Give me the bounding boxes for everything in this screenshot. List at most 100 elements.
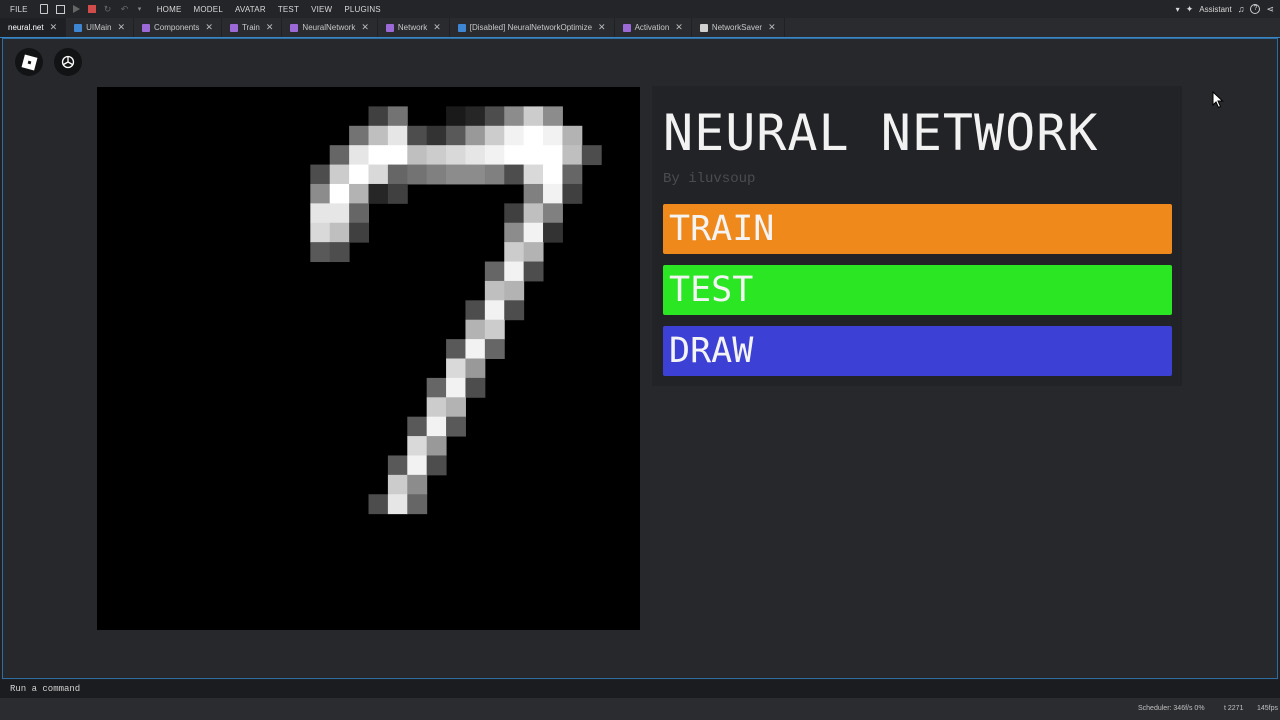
menu-avatar[interactable]: AVATAR	[229, 5, 272, 14]
digit-pixel	[504, 222, 525, 243]
undo-icon[interactable]: ↶	[121, 4, 130, 14]
assistant-button[interactable]: Assistant	[1199, 5, 1231, 14]
stop-icon[interactable]	[87, 5, 96, 13]
digit-pixel	[426, 125, 447, 146]
digit-pixel	[387, 145, 408, 166]
digit-pixel	[329, 183, 350, 204]
digit-pixel	[387, 455, 408, 476]
train-button[interactable]: TRAIN	[663, 204, 1172, 254]
digit-pixel	[368, 164, 389, 185]
scheduler-status: Scheduler: 346f/s 0%	[1138, 705, 1205, 712]
digit-pixel	[523, 164, 544, 185]
digit-pixel	[368, 183, 389, 204]
roblox-logo-icon	[21, 54, 37, 70]
digit-pixel	[523, 125, 544, 146]
digit-pixel	[581, 145, 602, 166]
digit-pixel	[465, 300, 486, 321]
close-icon[interactable]: ✕	[598, 22, 606, 33]
tab-bar: neural.net ✕ UIMain ✕ Components ✕ Train ✕ Neura…	[0, 18, 1280, 38]
close-icon[interactable]: ✕	[205, 22, 213, 33]
tab-item[interactable]: NetworkSaver ✕	[692, 18, 785, 37]
tab-item[interactable]: Activation ✕	[615, 18, 692, 37]
digit-pixel	[329, 242, 350, 263]
command-bar[interactable]: Run a command	[0, 680, 1280, 698]
redo-icon[interactable]: ↻	[104, 4, 113, 14]
chevron-down-icon[interactable]: ▾	[1176, 5, 1180, 14]
digit-pixel	[523, 106, 544, 127]
menu-bar-right: ▾ ✦ Assistant ♫ ? ⋖	[1176, 0, 1274, 18]
digit-pixel	[310, 203, 331, 224]
digit-pixel	[446, 416, 466, 437]
close-icon[interactable]: ✕	[361, 22, 369, 33]
digit-pixel	[543, 222, 563, 243]
tab-item[interactable]: NeuralNetwork ✕	[282, 18, 378, 37]
digit-pixel	[543, 183, 563, 204]
digit-image	[310, 106, 602, 515]
digit-pixel	[407, 145, 428, 166]
digit-pixel	[465, 164, 486, 185]
roblox-menu-button[interactable]	[15, 48, 43, 76]
digit-pixel	[426, 455, 447, 476]
tab-item[interactable]: Components ✕	[134, 18, 222, 37]
digit-pixel	[446, 145, 466, 166]
chevron-down-icon[interactable]: ▾	[138, 5, 147, 14]
digit-pixel	[562, 125, 583, 146]
share-icon[interactable]: ⋖	[1266, 4, 1274, 15]
command-input[interactable]: Run a command	[10, 684, 80, 694]
menu-view[interactable]: VIEW	[305, 5, 338, 14]
digit-pixel	[329, 222, 350, 243]
digit-pixel	[329, 203, 350, 224]
train-button-label: TRAIN	[669, 209, 775, 249]
menu-plugins[interactable]: PLUGINS	[338, 5, 387, 14]
close-icon[interactable]: ✕	[768, 22, 776, 33]
digit-pixel	[484, 164, 505, 185]
digit-pixel	[446, 397, 466, 418]
new-file-icon[interactable]	[39, 4, 48, 14]
help-icon[interactable]: ?	[1250, 4, 1261, 14]
digit-pixel	[310, 183, 331, 204]
tab-item[interactable]: [Disabled] NeuralNetworkOptimize ✕	[450, 18, 615, 37]
tab-label: Components	[154, 23, 200, 32]
close-icon[interactable]: ✕	[266, 22, 274, 33]
script-icon	[622, 23, 631, 32]
digit-pixel	[543, 106, 563, 127]
app-title: NEURAL NETWORK	[663, 104, 1099, 162]
digit-pixel	[523, 261, 544, 282]
digit-pixel	[368, 494, 389, 515]
draw-button[interactable]: DRAW	[663, 326, 1172, 376]
digit-pixel	[407, 125, 428, 146]
digit-pixel	[523, 145, 544, 166]
digit-pixel	[504, 106, 525, 127]
digit-pixel	[523, 203, 544, 224]
publish-icon[interactable]	[55, 4, 65, 14]
tab-item[interactable]: neural.net ✕	[0, 18, 67, 37]
digit-pixel	[484, 106, 505, 127]
digit-pixel	[407, 416, 428, 437]
tab-item[interactable]: Network ✕	[378, 18, 450, 37]
digit-pixel	[523, 183, 544, 204]
menu-home[interactable]: HOME	[151, 5, 188, 14]
close-icon[interactable]: ✕	[675, 22, 683, 33]
digit-canvas[interactable]	[97, 87, 640, 630]
digit-pixel	[310, 164, 331, 185]
digit-pixel	[446, 125, 466, 146]
digit-pixel	[484, 125, 505, 146]
close-icon[interactable]: ✕	[50, 22, 58, 33]
menu-model[interactable]: MODEL	[188, 5, 229, 14]
close-icon[interactable]: ✕	[117, 22, 125, 33]
digit-pixel	[446, 106, 466, 127]
close-icon[interactable]: ✕	[433, 22, 441, 33]
play-icon[interactable]	[72, 5, 80, 13]
digit-pixel	[387, 183, 408, 204]
digit-pixel	[407, 455, 428, 476]
digit-pixel	[426, 436, 447, 456]
bell-icon[interactable]: ♫	[1238, 4, 1245, 14]
tab-item[interactable]: UIMain ✕	[66, 18, 135, 37]
test-button[interactable]: TEST	[663, 265, 1172, 315]
tab-item[interactable]: Train ✕	[222, 18, 283, 37]
tab-label: NetworkSaver	[711, 23, 763, 32]
digit-pixel	[368, 125, 389, 146]
capture-button[interactable]	[54, 48, 82, 76]
menu-test[interactable]: TEST	[272, 5, 305, 14]
file-menu[interactable]: FILE	[0, 5, 34, 14]
